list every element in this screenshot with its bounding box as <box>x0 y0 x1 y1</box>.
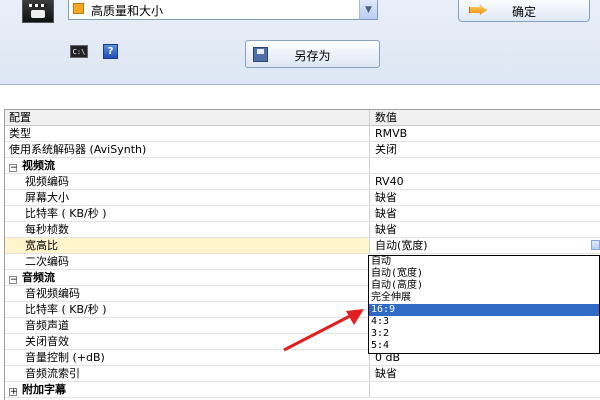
command-prompt-icon[interactable]: C:\ <box>70 45 88 58</box>
row-aspect-ratio[interactable]: 宽高比 自动(宽度) <box>5 238 600 254</box>
row-name: 屏幕大小 <box>25 191 69 204</box>
row-value[interactable]: 关闭 <box>369 142 600 157</box>
row-name: 比特率 ( KB/秒 ) <box>25 207 107 220</box>
dropdown-option[interactable]: 3:2 <box>369 328 599 340</box>
row-value <box>369 158 600 173</box>
row-name: 每秒桢数 <box>25 223 69 236</box>
aspect-ratio-dropdown[interactable]: 自动 自动(宽度) 自动(高度) 完全伸展 16:9 4:3 3:2 5:4 <box>368 255 600 354</box>
dropdown-option-selected[interactable]: 16:9 <box>369 304 599 316</box>
row-value[interactable]: RV40 <box>369 174 600 189</box>
row-name: 宽高比 <box>5 238 369 253</box>
grid-header: 配置 数值 <box>5 110 600 126</box>
collapse-icon[interactable]: − <box>9 276 18 285</box>
preset-color-icon <box>73 3 84 14</box>
group-video-stream[interactable]: − 视频流 <box>5 158 600 174</box>
dropdown-option[interactable]: 5:4 <box>369 340 599 352</box>
collapse-icon[interactable]: − <box>9 164 18 173</box>
row-name: 音频流索引 <box>25 367 80 380</box>
group-label: 音频流 <box>22 271 55 284</box>
row-video-bitrate[interactable]: 比特率 ( KB/秒 ) 缺省 <box>5 206 600 222</box>
dropdown-option[interactable]: 4:3 <box>369 316 599 328</box>
group-label: 附加字幕 <box>22 383 66 396</box>
dropdown-option[interactable]: 自动(宽度) <box>369 268 599 280</box>
row-name: 视频编码 <box>25 175 69 188</box>
dropdown-option[interactable]: 完全伸展 <box>369 292 599 304</box>
row-name: 使用系统解码器 (AviSynth) <box>9 143 147 156</box>
dropdown-option[interactable]: 自动(高度) <box>369 280 599 292</box>
aspect-ratio-combo[interactable]: 自动(宽度) <box>369 238 600 253</box>
row-value[interactable]: 缺省 <box>369 206 600 221</box>
row-video-codec[interactable]: 视频编码 RV40 <box>5 174 600 190</box>
expand-icon[interactable]: + <box>9 388 18 397</box>
ok-button-label: 确定 <box>511 5 536 19</box>
preset-select[interactable]: 高质量和大小 ▼ <box>68 0 378 20</box>
row-system-decoder[interactable]: 使用系统解码器 (AviSynth) 关闭 <box>5 142 600 158</box>
row-value[interactable]: 缺省 <box>369 366 600 381</box>
aspect-ratio-value: 自动(宽度) <box>375 239 428 252</box>
annotation-arrow-icon <box>283 309 364 352</box>
row-value <box>369 382 600 397</box>
save-as-button-label: 另存为 <box>294 49 331 63</box>
group-subtitles[interactable]: + 附加字幕 <box>5 382 600 398</box>
row-value[interactable]: RMVB <box>369 126 600 141</box>
group-name: + 附加字幕 <box>5 382 369 397</box>
row-value[interactable]: 缺省 <box>369 222 600 237</box>
chevron-down-icon[interactable]: ▼ <box>359 0 377 19</box>
clapperboard-icon <box>22 0 54 23</box>
save-as-button[interactable]: 另存为 <box>245 40 380 68</box>
row-name: 二次编码 <box>25 255 69 268</box>
top-panel: 高质量和大小 ▼ 确定 C:\ ? 另存为 <box>0 0 600 85</box>
preset-value: 高质量和大小 <box>91 4 164 18</box>
row-name: 音视频编码 <box>25 287 80 300</box>
header-name: 配置 <box>9 111 31 124</box>
dropdown-option[interactable]: 自动 <box>369 256 599 268</box>
group-name: − 视频流 <box>5 158 369 173</box>
row-name: 类型 <box>9 127 31 140</box>
chevron-down-icon[interactable] <box>591 240 600 250</box>
row-frame-rate[interactable]: 每秒桢数 缺省 <box>5 222 600 238</box>
help-icon[interactable]: ? <box>103 44 118 59</box>
row-screen-size[interactable]: 屏幕大小 缺省 <box>5 190 600 206</box>
annotation-arrow-shaft <box>283 313 353 352</box>
header-value: 数值 <box>369 110 600 125</box>
row-value[interactable]: 缺省 <box>369 190 600 205</box>
ok-button[interactable]: 确定 <box>458 0 590 22</box>
row-type[interactable]: 类型 RMVB <box>5 126 600 142</box>
row-audio-index[interactable]: 音频流索引 缺省 <box>5 366 600 382</box>
group-label: 视频流 <box>22 159 55 172</box>
group-name: − 音频流 <box>5 270 369 285</box>
